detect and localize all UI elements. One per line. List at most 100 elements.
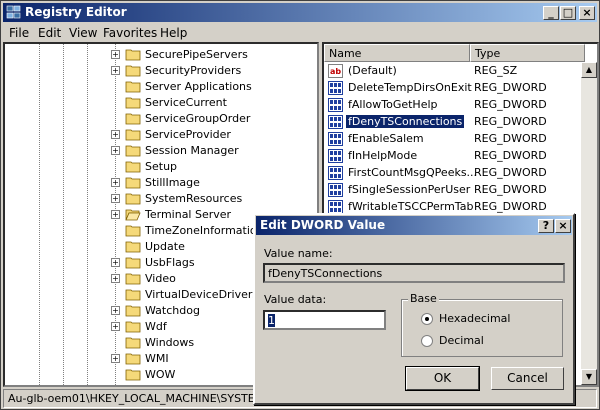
svg-text:ab: ab [330,67,341,76]
value-type: REG_DWORD [474,115,547,128]
hexadecimal-radio[interactable] [421,313,433,325]
registry-app-icon [6,5,21,19]
scroll-up-button[interactable]: ▲ [581,62,597,78]
tree-item-label: Session Manager [145,144,239,157]
menu-favorites[interactable]: Favorites [103,26,157,40]
value-row[interactable]: ab (Default) REG_SZ [326,63,581,80]
tree-item[interactable]: + Session Manager [5,143,317,159]
value-type: REG_SZ [474,64,518,77]
folder-icon [125,337,141,349]
tree-item[interactable]: ServiceGroupOrder [5,111,317,127]
folder-icon [125,257,141,269]
tree-item-label: Windows [145,336,195,349]
decimal-label[interactable]: Decimal [439,334,484,347]
cancel-button[interactable]: Cancel [491,367,564,390]
expand-toggle-icon[interactable]: + [111,354,120,363]
value-row[interactable]: fAllowToGetHelp REG_DWORD [326,97,581,114]
value-name: fDenyTSConnections [344,114,466,129]
tree-item[interactable]: + ServiceProvider [5,127,317,143]
value-type: REG_DWORD [474,98,547,111]
menu-help[interactable]: Help [160,26,187,40]
tree-item[interactable]: Setup [5,159,317,175]
close-button[interactable]: × [579,6,595,20]
tree-item-label: SystemResources [145,192,243,205]
value-name: FirstCountMsgQPeeks... [348,166,478,179]
tree-item-label: TimeZoneInformation [145,224,264,237]
folder-icon [125,49,141,61]
expand-toggle-icon[interactable]: + [111,178,120,187]
value-type: REG_DWORD [474,81,547,94]
value-row[interactable]: fDenyTSConnections REG_DWORD [326,114,581,131]
value-name: fInHelpMode [348,149,418,162]
tree-item[interactable]: + SecurePipeServers [5,47,317,63]
tree-item-label: Update [145,240,185,253]
minimize-button[interactable]: _ [543,6,559,20]
folder-icon [125,321,141,333]
folder-icon [125,97,141,109]
arrow-up-icon: ▲ [585,65,593,74]
maximize-icon: □ [562,6,574,19]
help-icon: ? [542,219,550,232]
tree-item-label: SecurePipeServers [145,48,248,61]
ok-button[interactable]: OK [405,366,480,391]
expand-toggle-icon[interactable]: + [111,258,120,267]
tree-item-label: Terminal Server [145,208,232,221]
value-row[interactable]: fInHelpMode REG_DWORD [326,148,581,165]
binary-value-icon [328,132,343,146]
expand-toggle-icon[interactable]: + [111,130,120,139]
folder-icon [125,161,141,173]
menu-view[interactable]: View [69,26,97,40]
title-bar[interactable]: Registry Editor _ □ × [3,3,597,22]
menu-edit[interactable]: Edit [38,26,61,40]
scroll-down-button[interactable]: ▼ [581,369,597,385]
value-name-label: Value name: [264,247,333,260]
tree-item[interactable]: ServiceCurrent [5,95,317,111]
value-row[interactable]: DeleteTempDirsOnExit REG_DWORD [326,80,581,97]
tree-item[interactable]: Server Applications [5,79,317,95]
expand-toggle-icon[interactable]: + [111,322,120,331]
tree-item[interactable]: + StillImage [5,175,317,191]
value-data-input[interactable]: 1 [263,310,386,330]
tree-item-label: Wdf [145,320,167,333]
column-header-type[interactable]: Type [470,44,585,62]
close-icon: × [582,6,592,19]
value-type: REG_DWORD [474,166,547,179]
value-row[interactable]: fEnableSalem REG_DWORD [326,131,581,148]
maximize-button[interactable]: □ [560,6,576,20]
tree-item-label: Video [145,272,176,285]
value-row[interactable]: fSingleSessionPerUser REG_DWORD [326,182,581,199]
expand-toggle-icon[interactable]: + [111,274,120,283]
hexadecimal-label[interactable]: Hexadecimal [439,312,510,325]
folder-icon [125,369,141,381]
column-header-name[interactable]: Name [324,44,470,62]
value-row[interactable]: FirstCountMsgQPeeks... REG_DWORD [326,165,581,182]
expand-toggle-icon[interactable]: + [111,306,120,315]
tree-item[interactable]: + SystemResources [5,191,317,207]
expand-toggle-icon[interactable]: + [111,194,120,203]
folder-icon [125,65,141,77]
tree-item-label: WMI [145,352,169,365]
expand-toggle-icon[interactable]: + [111,50,120,59]
folder-icon [125,225,141,237]
dialog-close-button[interactable]: × [555,219,571,233]
tree-item-label: VirtualDeviceDrivers [145,288,259,301]
expand-toggle-icon[interactable]: + [111,66,120,75]
binary-value-icon [328,81,343,95]
binary-value-icon [328,183,343,197]
menu-file[interactable]: File [9,26,29,40]
edit-dword-dialog: Edit DWORD Value ? × Value name: fDenyTS… [253,213,575,405]
expand-toggle-icon[interactable]: + [111,146,120,155]
value-name: fEnableSalem [348,132,424,145]
tree-item[interactable]: + SecurityProviders [5,63,317,79]
value-name-text: fDenyTSConnections [268,267,383,280]
tree-item-label: WOW [145,368,176,381]
vertical-scrollbar[interactable]: ▲ ▼ [581,62,597,385]
expand-toggle-icon[interactable]: + [111,210,120,219]
dialog-title-bar[interactable]: Edit DWORD Value ? × [256,216,572,235]
menu-bar: File Edit View Favorites Help [3,23,597,42]
folder-icon [125,241,141,253]
decimal-radio[interactable] [421,335,433,347]
folder-icon [125,129,141,141]
dialog-help-button[interactable]: ? [538,219,554,233]
tree-item-label: ServiceGroupOrder [145,112,251,125]
